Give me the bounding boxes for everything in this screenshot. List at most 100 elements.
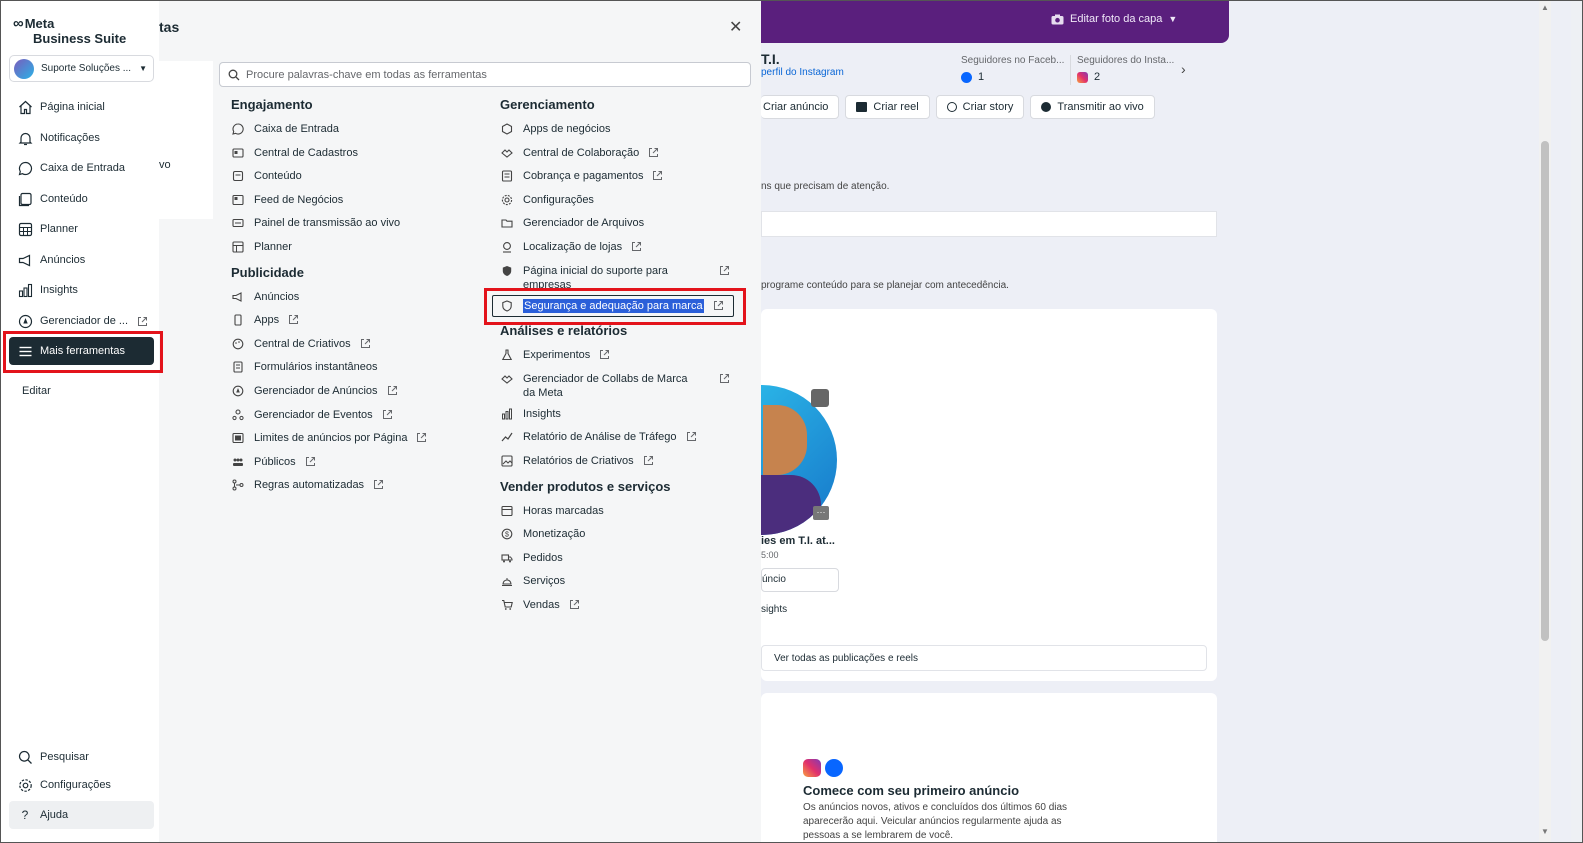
close-icon[interactable]: ✕: [729, 17, 742, 37]
create-ad-button[interactable]: Criar anúncio: [761, 95, 840, 119]
scroll-up-arrow[interactable]: ▲: [1541, 3, 1549, 12]
chevron-right-icon[interactable]: ›: [1181, 61, 1186, 77]
scroll-down-arrow[interactable]: ▼: [1541, 827, 1549, 836]
feed-icon: [231, 193, 245, 207]
page-limit-icon: [231, 431, 245, 445]
chat-bubble-icon: [231, 122, 245, 136]
nav-item-settings[interactable]: Configurações: [9, 771, 154, 799]
instagram-profile-link[interactable]: perfil do Instagram: [761, 67, 844, 78]
nav-item-inbox[interactable]: Caixa de Entrada: [9, 154, 154, 182]
tool-servicos[interactable]: Serviços: [500, 572, 744, 596]
tool-gerenciador-de-anuncios[interactable]: Gerenciador de Anúncios: [231, 382, 491, 406]
tool-caixa-de-entrada[interactable]: Caixa de Entrada: [231, 120, 491, 144]
tools-column-left: Engajamento Caixa de Entrada Central de …: [231, 97, 491, 500]
search-input[interactable]: [246, 68, 736, 81]
tool-monetizacao[interactable]: $ Monetização: [500, 525, 744, 549]
tool-localizacao-de-lojas[interactable]: Localização de lojas: [500, 238, 744, 262]
tool-feed-de-negocios[interactable]: Feed de Negócios: [231, 191, 491, 215]
edit-nav-link[interactable]: Editar: [22, 385, 51, 397]
tool-central-de-cadastros[interactable]: Central de Cadastros: [231, 144, 491, 168]
tool-horas-marcadas[interactable]: Horas marcadas: [500, 502, 744, 526]
meta-business-suite-logo[interactable]: ∞ Meta Business Suite: [13, 15, 126, 46]
tool-gerenciador-de-collabs[interactable]: Gerenciador de Collabs de Marca da Meta: [500, 370, 744, 405]
nav-item-ads[interactable]: Anúncios: [9, 246, 154, 274]
external-link-icon: [289, 315, 299, 325]
nav-item-home[interactable]: Página inicial: [9, 93, 154, 121]
events-icon: [231, 408, 245, 422]
bar-chart-icon: [500, 407, 514, 421]
bar-chart-icon: [17, 282, 33, 298]
section-analises: Análises e relatórios: [500, 323, 628, 339]
tool-gerenciador-de-arquivos[interactable]: Gerenciador de Arquivos: [500, 214, 744, 238]
post-insights-link[interactable]: sights: [761, 604, 787, 615]
tool-apps-de-negocios[interactable]: Apps de negócios: [500, 120, 744, 144]
tool-anuncios[interactable]: Anúncios: [231, 288, 491, 312]
tool-formularios-instantaneos[interactable]: Formulários instantâneos: [231, 358, 491, 382]
nav-item-content[interactable]: Conteúdo: [9, 185, 154, 213]
tool-gerenciador-de-eventos[interactable]: Gerenciador de Eventos: [231, 406, 491, 430]
go-live-button[interactable]: Transmitir ao vivo: [1030, 95, 1155, 119]
tool-configuracoes[interactable]: Configurações: [500, 191, 744, 215]
cart-icon: [500, 598, 514, 612]
reel-icon: [856, 102, 868, 112]
boost-post-button[interactable]: úncio: [761, 568, 839, 592]
scrollbar[interactable]: ▲ ▼: [1539, 1, 1551, 842]
image-report-icon: [500, 454, 514, 468]
tool-apps[interactable]: Apps: [231, 311, 491, 335]
external-link-icon: [720, 373, 729, 383]
ads-manager-icon: [231, 384, 245, 398]
tool-pedidos[interactable]: Pedidos: [500, 549, 744, 573]
ads-panel-title: Comece com seu primeiro anúncio: [803, 783, 1020, 798]
nav-item-more-tools[interactable]: Mais ferramentas: [9, 337, 154, 365]
see-all-posts-button[interactable]: Ver todas as publicações e reels: [761, 645, 1207, 671]
post-time: 5:00: [761, 550, 779, 560]
tool-planner[interactable]: Planner: [231, 238, 491, 262]
form-icon: [231, 360, 245, 374]
nav-item-help[interactable]: ? Ajuda: [9, 801, 154, 829]
image-icon[interactable]: [811, 389, 829, 407]
tools-search[interactable]: [219, 62, 751, 87]
tool-relatorios-de-criativos[interactable]: Relatórios de Criativos: [500, 452, 744, 476]
handshake-icon: [500, 146, 514, 160]
account-switcher[interactable]: Suporte Soluções ... ▼: [9, 55, 154, 82]
ads-panel-text: Os anúncios novos, ativos e concluídos d…: [803, 802, 1068, 841]
tool-seguranca-e-adequacao[interactable]: Segurança e adequação para marca: [492, 294, 744, 321]
tool-painel-de-transmissao[interactable]: Painel de transmissão ao vivo: [231, 214, 491, 238]
palette-icon: [231, 337, 245, 351]
tool-central-de-criativos[interactable]: Central de Criativos: [231, 335, 491, 359]
tool-vendas[interactable]: Vendas: [500, 596, 744, 620]
create-story-button[interactable]: Criar story: [935, 95, 1025, 119]
tool-insights[interactable]: Insights: [500, 405, 744, 429]
nav-item-ads-manager[interactable]: Gerenciador de ...: [9, 307, 154, 335]
tool-cobranca-e-pagamentos[interactable]: Cobrança e pagamentos: [500, 167, 744, 191]
tool-limites-de-anuncios[interactable]: Limites de anúncios por Página: [231, 429, 491, 453]
tool-regras-automatizadas[interactable]: Regras automatizadas: [231, 476, 491, 500]
nav-item-notifications[interactable]: Notificações: [9, 124, 154, 152]
tool-conteudo[interactable]: Conteúdo: [231, 167, 491, 191]
create-reel-button[interactable]: Criar reel: [845, 95, 930, 119]
search-icon: [228, 69, 240, 80]
edit-cover-button[interactable]: Editar foto da capa ▼: [1051, 13, 1177, 25]
external-link-icon: [632, 241, 642, 251]
nav-item-insights[interactable]: Insights: [9, 276, 154, 304]
tool-publicos[interactable]: Públicos: [231, 453, 491, 477]
tool-experimentos[interactable]: Experimentos: [500, 346, 744, 370]
fb-followers: Seguidores no Faceb... 1: [961, 55, 1065, 83]
flask-icon: [500, 348, 514, 362]
ads-panel: Comece com seu primeiro anúncio Os anúnc…: [761, 693, 1217, 842]
tool-relatorio-de-trafego[interactable]: Relatório de Análise de Tráfego: [500, 428, 744, 452]
scrollbar-thumb[interactable]: [1541, 141, 1549, 641]
page-name: T.I.: [761, 51, 780, 67]
section-vender: Vender produtos e serviços: [500, 478, 671, 494]
external-link-icon: [649, 147, 659, 157]
tool-pagina-inicial-suporte[interactable]: Página inicial do suporte para empresas: [500, 262, 744, 297]
phone-icon: [231, 313, 245, 327]
calendar-grid-icon: [231, 240, 245, 254]
chat-bubble-icon: [17, 160, 33, 176]
tool-central-de-colaboracao[interactable]: Central de Colaboração: [500, 144, 744, 168]
traffic-icon: [500, 430, 514, 444]
instagram-icon: [1077, 71, 1088, 83]
nav-item-planner[interactable]: Planner: [9, 215, 154, 243]
nav-item-search[interactable]: Pesquisar: [9, 743, 154, 771]
more-icon[interactable]: ···: [813, 506, 829, 520]
